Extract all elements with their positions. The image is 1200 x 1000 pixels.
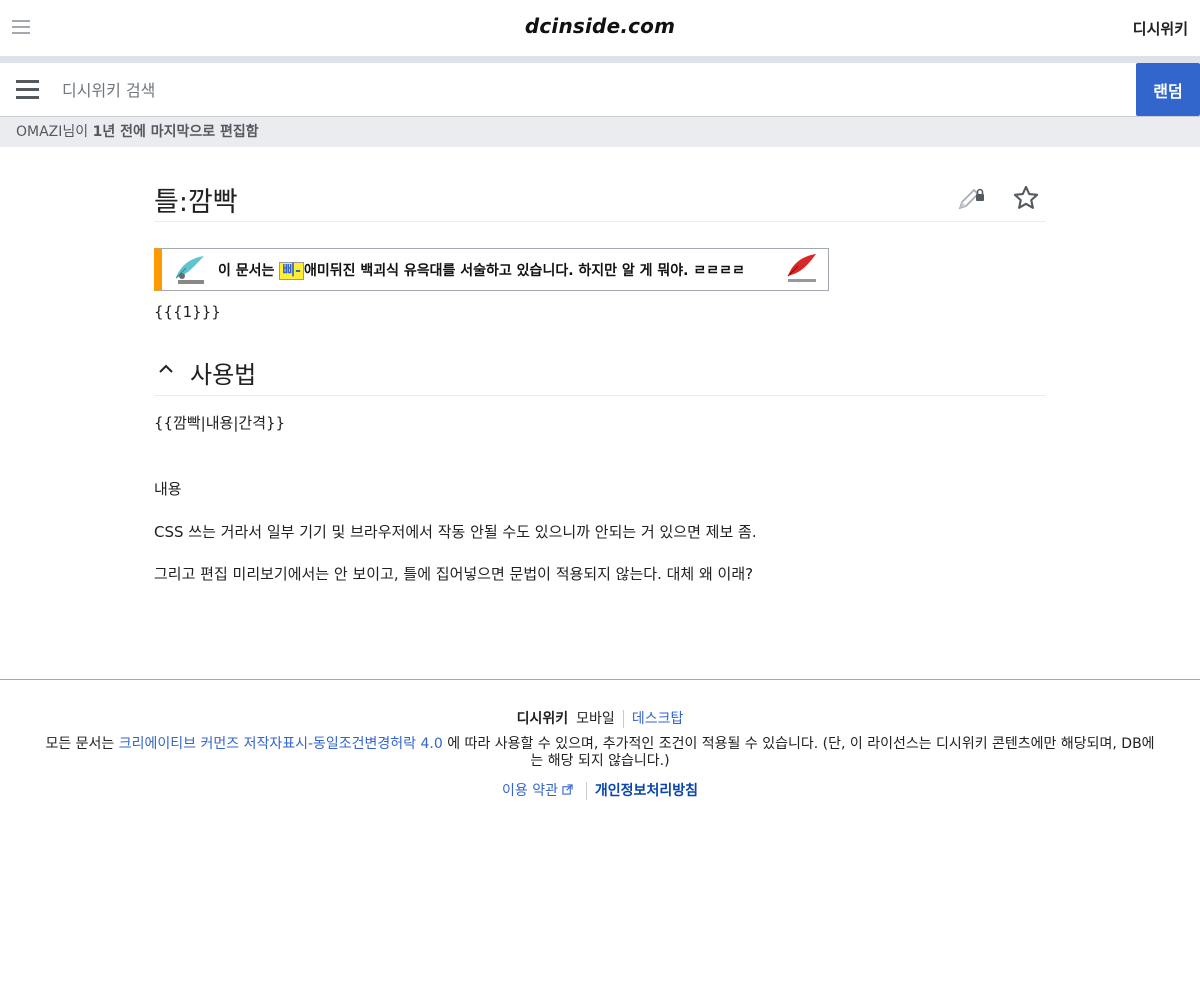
random-button[interactable]: 랜덤 (1136, 63, 1200, 116)
chevron-up-icon[interactable] (156, 359, 176, 379)
notice-highlight: 삐- (279, 262, 304, 280)
last-edit-user[interactable]: OMAZI (16, 124, 62, 140)
header-divider (0, 56, 1200, 63)
notice-text: 이 문서는 삐- 애미뒤진 백괴식 유윽대를 서술하고 있습니다. 하지만 알 게… (218, 260, 745, 280)
terms-label[interactable]: 이용 약관 (502, 783, 558, 799)
page-title: 틀:깜빡 (154, 187, 238, 218)
last-edit-suffix: 님이 (62, 124, 93, 140)
hamburger-icon[interactable] (16, 80, 39, 100)
terms-link[interactable]: 이용 약관 (502, 783, 578, 799)
wiki-home-link[interactable]: 디시위키 (1133, 18, 1188, 39)
divider (585, 782, 587, 800)
divider (622, 710, 624, 728)
paragraph-1: CSS 쓰는 거라서 일부 기기 및 브라우저에서 작동 안될 수도 있으니까 … (154, 523, 757, 541)
license-link[interactable]: 크리에이티브 커먼즈 저작자표시-동일조건변경허락 4.0 (119, 736, 443, 752)
notice-before: 이 문서는 (218, 263, 280, 279)
last-edit-bar[interactable]: OMAZI님이 1년 전에 마지막으로 편집함 (0, 117, 1200, 147)
section-title: 사용법 (190, 361, 257, 389)
site-logo[interactable]: dcinside.com (0, 14, 1200, 38)
footer-links: 디시위키 모바일 데스크탑 (0, 708, 1200, 728)
footer-policy-links: 이용 약관 개인정보처리방침 (0, 780, 1200, 800)
usage-code: {{깜빡|내용|간격}} (154, 414, 286, 432)
template-param: {{{1}}} (154, 303, 221, 321)
section-usage[interactable]: 사용법 (154, 351, 1046, 396)
page-heading: 틀:깜빡 (154, 170, 1046, 222)
star-icon[interactable] (1012, 184, 1040, 212)
footer-site-name: 디시위키 (516, 711, 569, 727)
quill-logo-icon (175, 256, 204, 284)
pencil-lock-icon[interactable] (956, 186, 986, 212)
license-text: 모든 문서는 크리에이티브 커먼즈 저작자표시-동일조건변경허락 4.0 에 따… (45, 736, 1155, 770)
search-input[interactable] (50, 69, 1120, 111)
red-quill-logo-icon (787, 254, 816, 282)
logo-text[interactable]: dcinside.com (525, 14, 675, 38)
external-link-icon (562, 784, 574, 795)
license-after: 에 따라 사용할 수 있으며, 추가적인 조건이 적용될 수 있습니다. (단,… (442, 736, 1155, 769)
last-edit-time[interactable]: 1년 전에 마지막으로 편집함 (93, 124, 259, 140)
content-word: 내용 (154, 480, 182, 498)
license-before: 모든 문서는 (45, 736, 119, 752)
mobile-link[interactable]: 모바일 (576, 711, 615, 727)
desktop-link[interactable]: 데스크탑 (632, 711, 684, 727)
notice-box: 이 문서는 삐- 애미뒤진 백괴식 유윽대를 서술하고 있습니다. 하지만 알 게… (154, 248, 829, 291)
footer: 디시위키 모바일 데스크탑 모든 문서는 크리에이티브 커먼즈 저작자표시-동일조건… (0, 679, 1200, 800)
paragraph-2: 그리고 편집 미리보기에서는 안 보이고, 틀에 집어넣으면 문법이 적용되지 … (154, 565, 754, 583)
main-content: 틀:깜빡 이 문서는 삐- 애미뒤진 백괴식 유윽대를 서술하고 있습니다. 하지… (154, 170, 1046, 585)
privacy-link[interactable]: 개인정보처리방침 (595, 783, 698, 799)
notice-after: 애미뒤진 백괴식 유윽대를 서술하고 있습니다. 하지만 알 게 뭐야. ㄹㄹㄹ… (303, 263, 745, 279)
top-header: dcinside.com 디시위키 (0, 0, 1200, 56)
search-bar: 랜덤 (0, 63, 1200, 117)
